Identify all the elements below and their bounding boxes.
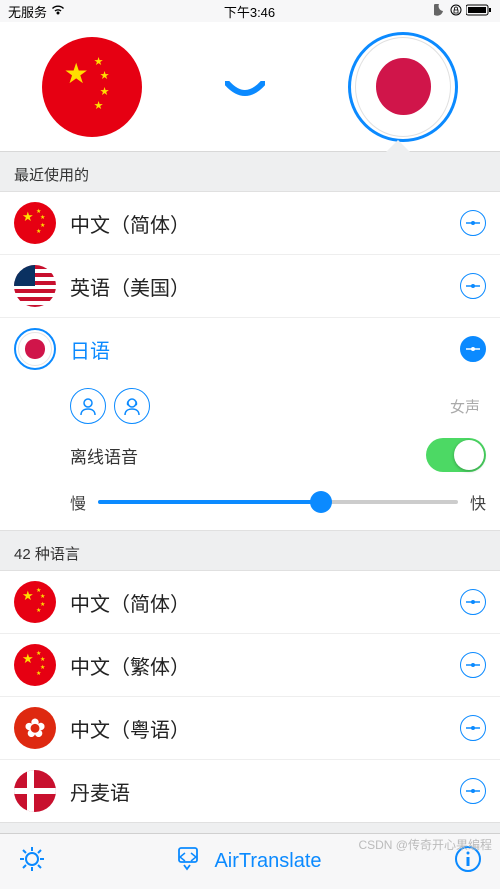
- settings-button[interactable]: [18, 845, 46, 878]
- male-voice-button[interactable]: [70, 388, 106, 424]
- speed-min-label: 慢: [70, 490, 86, 514]
- app-name-label: AirTranslate: [214, 850, 321, 873]
- translate-icon: [178, 847, 206, 877]
- status-bar: 无服务 下午3:46: [0, 0, 500, 22]
- language-row[interactable]: ★★★★★ 中文（简体）: [0, 571, 500, 634]
- speed-slider[interactable]: [98, 500, 458, 504]
- language-label: 中文（简体）: [70, 588, 446, 617]
- app-title-button[interactable]: AirTranslate: [178, 847, 321, 877]
- language-label: 丹麦语: [70, 777, 446, 806]
- flag-jp-icon: [14, 328, 56, 370]
- select-indicator-icon[interactable]: [460, 778, 486, 804]
- speed-max-label: 快: [470, 490, 486, 514]
- language-label: 英语（美国）: [70, 272, 446, 301]
- language-row[interactable]: 丹麦语: [0, 760, 500, 822]
- recent-section-title: 最近使用的: [0, 152, 500, 191]
- recent-list: ★★★★★ 中文（简体） 英语（美国） 日语 女声: [0, 191, 500, 531]
- offline-voice-label: 离线语音: [70, 443, 138, 468]
- selection-pointer-icon: [386, 140, 410, 152]
- voice-type-label: 女声: [450, 396, 486, 417]
- language-row[interactable]: 英语（美国）: [0, 255, 500, 318]
- language-header: ★★★★★: [0, 22, 500, 152]
- select-indicator-icon[interactable]: [460, 210, 486, 236]
- all-languages-list: ★★★★★ 中文（简体） ★★★★★ 中文（繁体） ✿ 中文（粤语） 丹麦语: [0, 570, 500, 823]
- language-row[interactable]: ★★★★★ 中文（简体）: [0, 192, 500, 255]
- target-language-button[interactable]: [348, 32, 458, 142]
- battery-icon: [466, 4, 492, 19]
- flag-cn-icon: ★★★★★: [14, 202, 56, 244]
- clock: 下午3:46: [224, 2, 275, 21]
- flag-cn-icon: ★★★★★: [14, 581, 56, 623]
- wifi-icon: [51, 4, 65, 19]
- select-indicator-icon[interactable]: [460, 652, 486, 678]
- watermark: CSDN @传奇开心果编程: [358, 836, 492, 853]
- select-indicator-icon[interactable]: [460, 715, 486, 741]
- flag-dk-icon: [14, 770, 56, 812]
- flag-us-icon: [14, 265, 56, 307]
- language-row[interactable]: ✿ 中文（粤语）: [0, 697, 500, 760]
- offline-voice-toggle[interactable]: [426, 438, 486, 472]
- language-label: 中文（繁体）: [70, 651, 446, 680]
- language-row[interactable]: 日语: [0, 318, 500, 380]
- source-language-button[interactable]: ★★★★★: [42, 37, 142, 137]
- language-label: 日语: [70, 335, 446, 364]
- select-indicator-icon[interactable]: [460, 336, 486, 362]
- moon-icon: [434, 4, 446, 19]
- female-voice-button[interactable]: [114, 388, 150, 424]
- swap-languages-icon[interactable]: [225, 66, 265, 108]
- language-row[interactable]: ★★★★★ 中文（繁体）: [0, 634, 500, 697]
- flag-cn-icon: ★★★★★: [14, 644, 56, 686]
- language-label: 中文（简体）: [70, 209, 446, 238]
- flag-hk-icon: ✿: [14, 707, 56, 749]
- carrier-label: 无服务: [8, 2, 47, 21]
- lock-icon: [450, 4, 462, 19]
- all-languages-title: 42 种语言: [0, 531, 500, 570]
- select-indicator-icon[interactable]: [460, 589, 486, 615]
- select-indicator-icon[interactable]: [460, 273, 486, 299]
- language-label: 中文（粤语）: [70, 714, 446, 743]
- voice-settings-panel: 女声 离线语音 慢 快: [0, 380, 500, 530]
